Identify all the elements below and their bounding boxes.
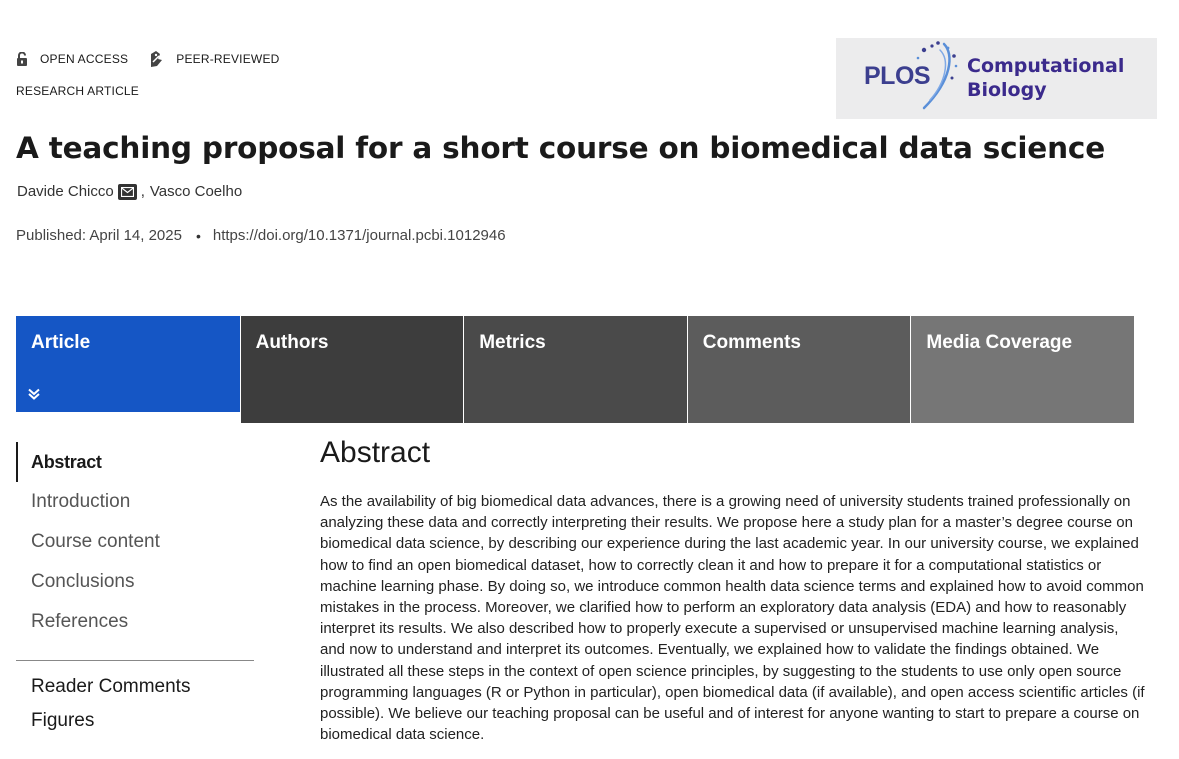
plos-swoosh-logo-icon [916,41,958,110]
bullet-separator: • [195,227,201,244]
article-badges: OPEN ACCESS PEER-REVIEWED [16,50,300,68]
author-name[interactable]: Vasco Coelho [150,183,242,200]
peer-review-icon [151,51,163,67]
tab-metrics[interactable]: Metrics [463,316,687,423]
double-chevron-down-icon [28,388,40,400]
tab-media-coverage-label: Media Coverage [926,332,1073,353]
nav-item-abstract[interactable]: Abstract [16,442,254,482]
nav-item-figures[interactable]: Figures [16,707,254,741]
publication-info: Published: April 14, 2025 • https://doi.… [16,227,506,244]
journal-name: Computational Biology [967,54,1124,102]
unlocked-padlock-icon [17,52,27,66]
peer-reviewed-badge: PEER-REVIEWED [148,50,279,68]
tab-comments-label: Comments [702,332,801,353]
nav-item-introduction[interactable]: Introduction [16,482,254,522]
tab-media-coverage[interactable]: Media Coverage [910,316,1134,423]
published-date: Published: April 14, 2025 [16,227,182,244]
nav-item-conclusions[interactable]: Conclusions [16,562,254,602]
abstract-text: As the availability of big biomedical da… [320,493,1145,744]
author-separator: , [140,183,145,200]
doi-link[interactable]: https://doi.org/10.1371/journal.pcbi.101… [213,227,506,244]
tab-article[interactable]: Article [16,316,240,412]
nav-item-references[interactable]: References [16,602,254,642]
abstract-heading: Abstract [320,436,431,469]
article-title: A teaching proposal for a short course o… [16,131,1106,165]
journal-name-line2: Biology [967,79,1047,101]
article-content: Abstract As the availability of big biom… [320,436,1145,745]
open-access-badge: OPEN ACCESS [16,52,128,66]
section-navigation: Abstract Introduction Course content Con… [16,442,254,741]
tab-metrics-label: Metrics [479,332,546,353]
author-name[interactable]: Davide Chicco [17,183,114,200]
peer-reviewed-label: PEER-REVIEWED [176,52,280,66]
nav-item-reader-comments[interactable]: Reader Comments [16,673,254,707]
tab-authors-label: Authors [255,332,329,353]
journal-logo[interactable]: PLOS Computational Biology [836,38,1157,119]
envelope-icon [120,186,134,197]
tab-article-label: Article [31,332,91,353]
nav-item-course-content[interactable]: Course content [16,522,254,562]
journal-name-line1: Computational [967,55,1125,77]
tab-comments[interactable]: Comments [686,316,911,423]
author-list: Davide Chicco , Vasco Coelho [17,183,242,200]
tab-authors[interactable]: Authors [239,316,464,423]
nav-divider [16,660,254,661]
open-access-label: OPEN ACCESS [40,52,129,66]
corresponding-author-email-icon[interactable] [117,183,137,200]
article-type: RESEARCH ARTICLE [16,84,140,98]
article-tabs: Article Authors Metrics Comments Media C… [16,316,1134,423]
